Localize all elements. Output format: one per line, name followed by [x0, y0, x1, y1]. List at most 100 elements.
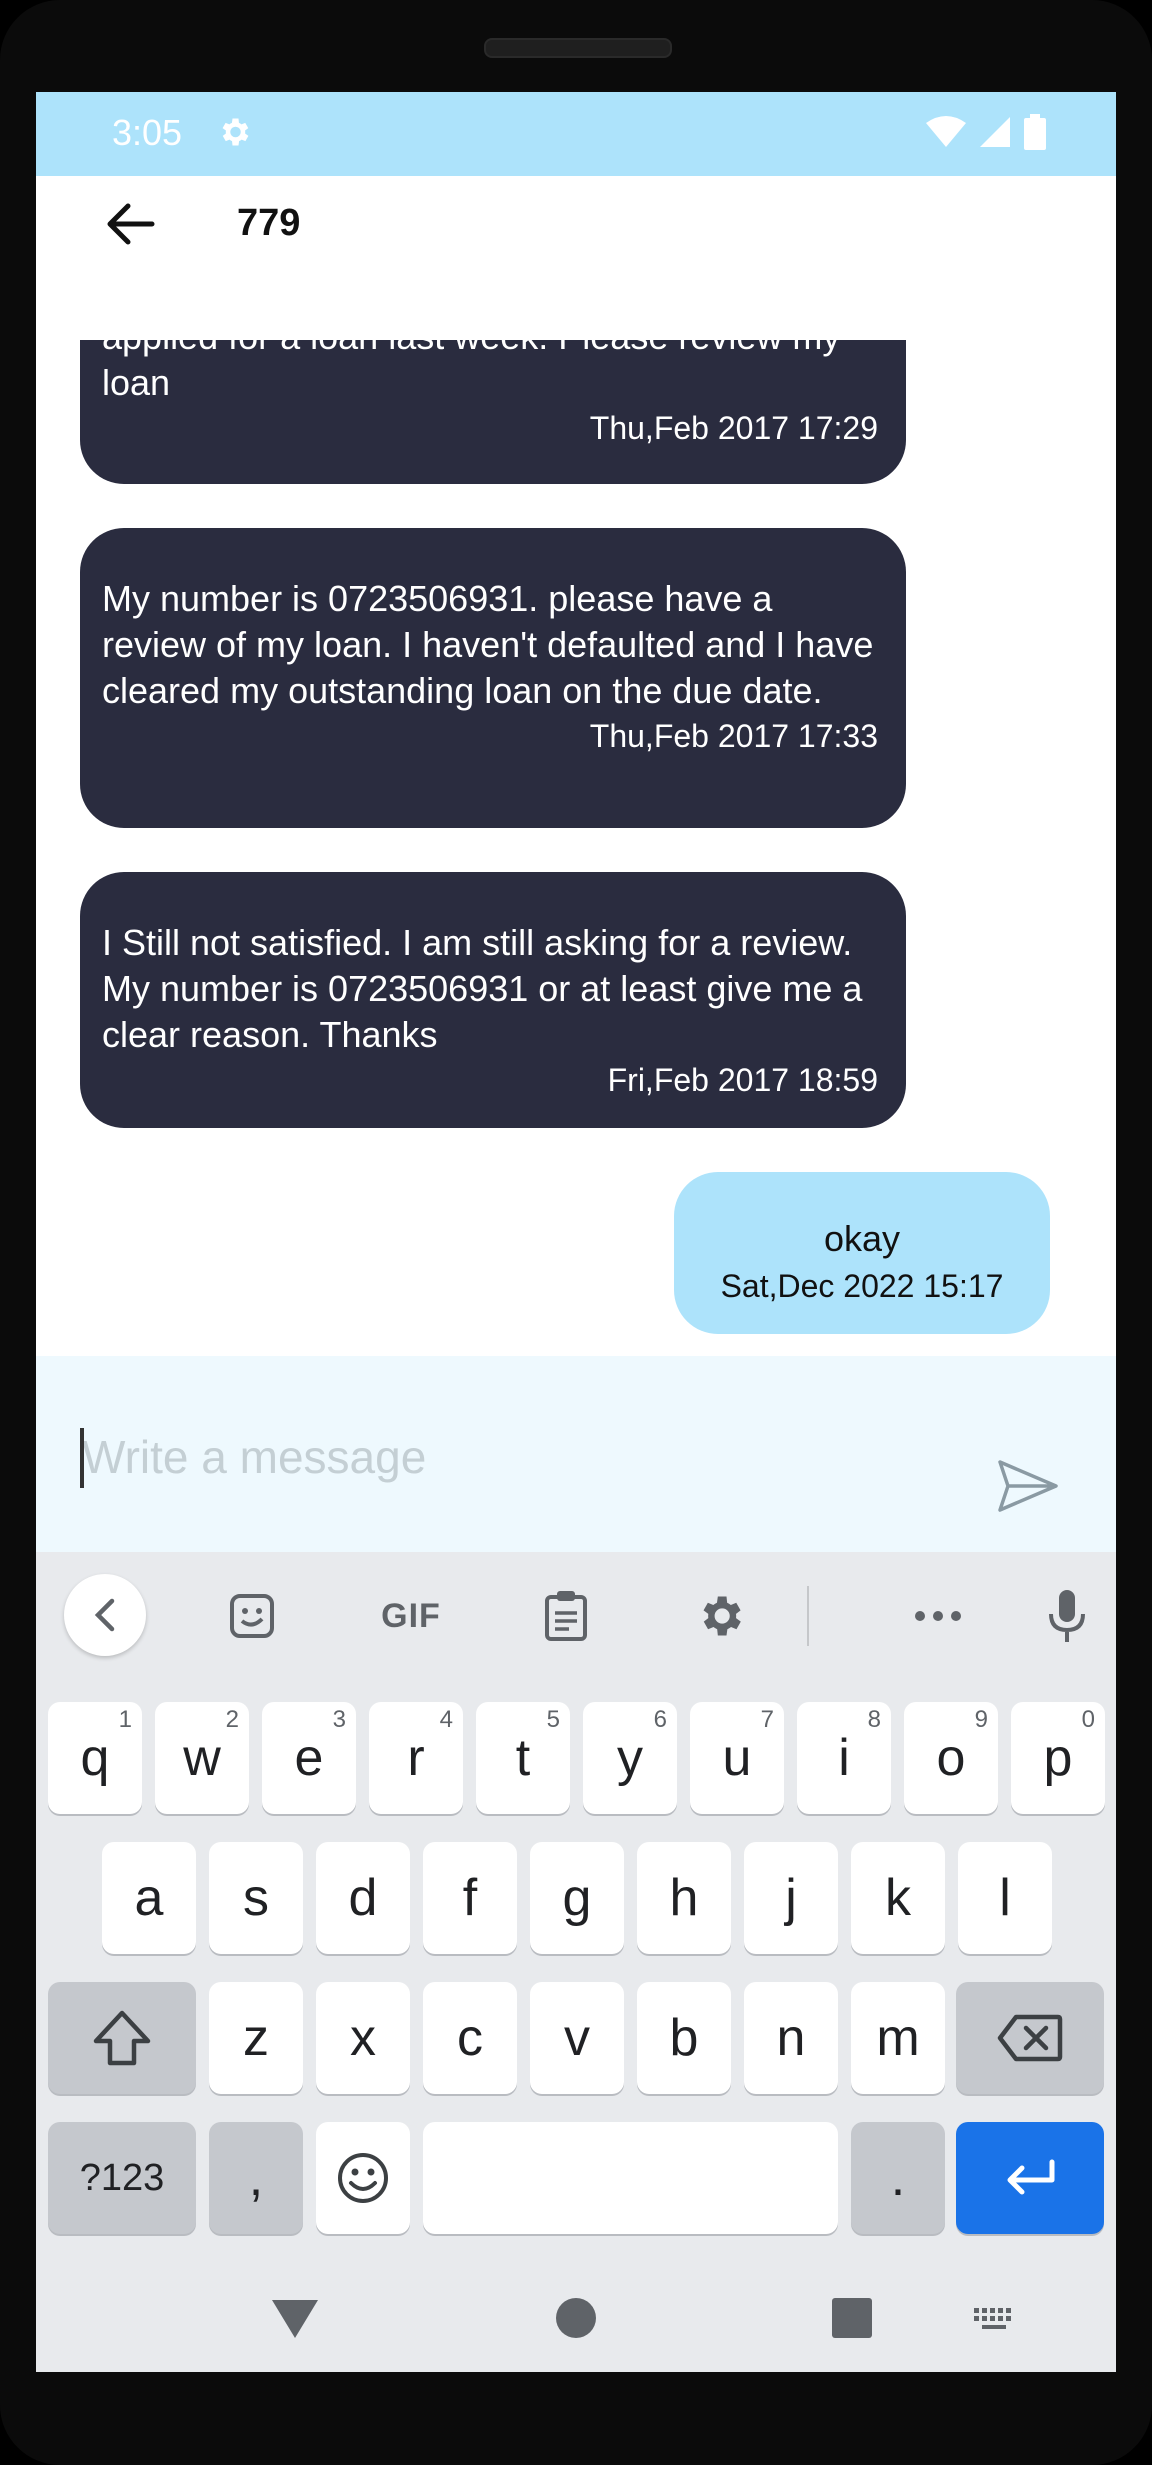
backspace-key[interactable]: [956, 1982, 1104, 2094]
battery-icon: [1024, 114, 1046, 155]
key-q[interactable]: q1: [48, 1702, 142, 1814]
clipboard-icon: [545, 1591, 587, 1641]
key-label: n: [776, 2009, 806, 2067]
key-label: h: [669, 1869, 699, 1927]
key-n[interactable]: n: [744, 1982, 838, 2094]
key-hint: 0: [1081, 1706, 1095, 1733]
earpiece-speaker: [484, 38, 672, 58]
key-j[interactable]: j: [744, 1842, 838, 1954]
key-label: a: [134, 1869, 164, 1927]
send-button[interactable]: [996, 1456, 1060, 1520]
key-b[interactable]: b: [637, 1982, 731, 2094]
key-k[interactable]: k: [851, 1842, 945, 1954]
key-label: s: [243, 1869, 269, 1927]
key-d[interactable]: d: [316, 1842, 410, 1954]
key-label: j: [785, 1869, 797, 1927]
text-cursor: [80, 1428, 84, 1488]
key-h[interactable]: h: [637, 1842, 731, 1954]
key-o[interactable]: o9: [904, 1702, 998, 1814]
toolbar-divider: [807, 1586, 809, 1646]
key-z[interactable]: z: [209, 1982, 303, 2094]
key-label: t: [515, 1729, 531, 1787]
key-l[interactable]: l: [958, 1842, 1052, 1954]
keyboard-switch-button[interactable]: [972, 2306, 1016, 2334]
more-options-button[interactable]: [898, 1576, 978, 1656]
key-p[interactable]: p0: [1011, 1702, 1105, 1814]
emoji-key[interactable]: [316, 2122, 410, 2234]
key-hint: 3: [332, 1706, 346, 1733]
compose-bar: [36, 1356, 1116, 1552]
back-button[interactable]: [96, 194, 164, 254]
message-bubble-incoming[interactable]: I Still not satisfied. I am still asking…: [80, 872, 906, 1128]
triangle-down-icon: [272, 2300, 318, 2338]
message-bubble-incoming[interactable]: applied for a loan last week. Please rev…: [80, 340, 906, 484]
arrow-back-icon: [107, 203, 155, 245]
clipboard-button[interactable]: [526, 1576, 606, 1656]
key-c[interactable]: c: [423, 1982, 517, 2094]
gif-button[interactable]: GIF: [356, 1576, 466, 1656]
message-bubble-incoming[interactable]: My number is 0723506931. please have a r…: [80, 528, 906, 828]
nav-home-button[interactable]: [554, 2296, 598, 2340]
shift-key[interactable]: [48, 1982, 196, 2094]
status-icons: [926, 114, 1046, 155]
sticker-button[interactable]: [212, 1576, 292, 1656]
message-time: Sat,Dec 2022 15:17: [720, 1268, 1004, 1304]
more-icon: [915, 1611, 961, 1621]
period-key[interactable]: .: [851, 2122, 945, 2234]
key-label: d: [348, 1869, 378, 1927]
key-label: b: [669, 2009, 699, 2067]
message-text: applied for a loan last week. Please rev…: [102, 340, 840, 403]
key-label: x: [350, 2009, 376, 2067]
key-v[interactable]: v: [530, 1982, 624, 2094]
key-m[interactable]: m: [851, 1982, 945, 2094]
key-hint: 8: [867, 1706, 881, 1733]
message-text: My number is 0723506931. please have a r…: [102, 578, 874, 711]
send-icon: [998, 1460, 1058, 1512]
space-key[interactable]: [423, 2122, 838, 2234]
key-label: .: [890, 2149, 906, 2207]
message-bubble-outgoing[interactable]: okay Sat,Dec 2022 15:17: [674, 1172, 1050, 1334]
key-label: ?123: [79, 2156, 165, 2199]
shift-icon: [93, 2010, 151, 2066]
status-time: 3:05: [112, 112, 183, 153]
enter-key[interactable]: [956, 2122, 1104, 2234]
key-label: z: [243, 2009, 269, 2067]
key-t[interactable]: t5: [476, 1702, 570, 1814]
key-s[interactable]: s: [209, 1842, 303, 1954]
comma-key[interactable]: ,: [209, 2122, 303, 2234]
settings-status-icon: [216, 114, 252, 155]
enter-icon: [1007, 2159, 1055, 2195]
settings-icon: [703, 1596, 741, 1636]
screen: 3:05 779 loan Thu,Feb 2017 17:29 My numb…: [36, 92, 1116, 2372]
nav-back-button[interactable]: [270, 2296, 320, 2340]
message-text: okay: [823, 1218, 901, 1259]
key-y[interactable]: y6: [583, 1702, 677, 1814]
key-r[interactable]: r4: [369, 1702, 463, 1814]
key-f[interactable]: f: [423, 1842, 517, 1954]
key-a[interactable]: a: [102, 1842, 196, 1954]
message-input[interactable]: [80, 1416, 964, 1498]
key-label: q: [80, 1729, 110, 1787]
key-hint: 4: [439, 1706, 453, 1733]
message-time: Thu,Feb 2017 17:29: [589, 410, 878, 446]
toolbar-collapse-button[interactable]: [64, 1574, 146, 1656]
key-label: k: [885, 1869, 911, 1927]
keyboard-icon: [974, 2308, 1011, 2329]
key-e[interactable]: e3: [262, 1702, 356, 1814]
key-w[interactable]: w2: [155, 1702, 249, 1814]
nav-recents-button[interactable]: [830, 2296, 874, 2340]
gif-label: GIF: [381, 1596, 441, 1635]
keyboard-toolbar: GIF: [36, 1552, 1116, 1678]
key-label: y: [617, 1729, 643, 1787]
key-x[interactable]: x: [316, 1982, 410, 2094]
key-label: ,: [248, 2149, 264, 2207]
message-list[interactable]: applied for a loan last week. Please rev…: [36, 340, 1116, 1356]
keyboard-settings-button[interactable]: [680, 1576, 760, 1656]
key-i[interactable]: i8: [797, 1702, 891, 1814]
key-g[interactable]: g: [530, 1842, 624, 1954]
sticker-icon: [230, 1594, 274, 1638]
key-label: g: [562, 1869, 592, 1927]
voice-input-button[interactable]: [1034, 1576, 1100, 1656]
symbols-key[interactable]: ?123: [48, 2122, 196, 2234]
key-u[interactable]: u7: [690, 1702, 784, 1814]
